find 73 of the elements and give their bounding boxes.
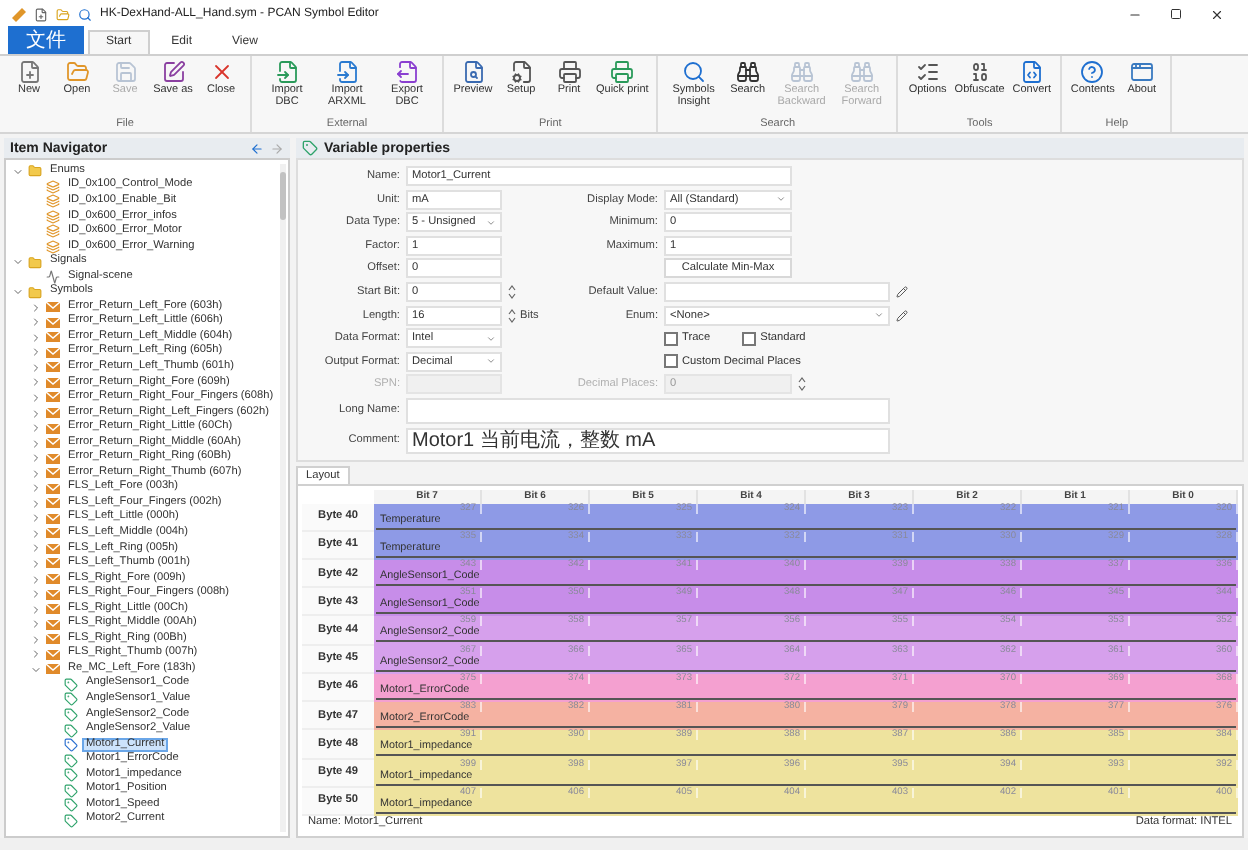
file-gear-icon bbox=[509, 60, 533, 84]
close-icon[interactable] bbox=[1210, 7, 1224, 21]
new-file-icon[interactable] bbox=[34, 7, 48, 21]
envelope-icon bbox=[46, 483, 60, 494]
pencil-icon[interactable] bbox=[896, 285, 908, 298]
envelope-icon bbox=[46, 468, 60, 479]
envelope-icon bbox=[46, 438, 60, 449]
binoculars-icon bbox=[789, 60, 814, 84]
envelope-icon bbox=[46, 392, 60, 403]
help-icon bbox=[1080, 60, 1105, 84]
envelope-icon bbox=[46, 528, 60, 539]
file-search-icon bbox=[461, 60, 485, 84]
envelope-icon bbox=[46, 453, 60, 464]
folder-icon bbox=[28, 164, 42, 179]
envelope-icon bbox=[46, 362, 60, 373]
envelope-icon bbox=[46, 574, 60, 585]
envelope-icon bbox=[46, 498, 60, 509]
pen-square-icon bbox=[161, 60, 185, 84]
file-import-icon bbox=[275, 60, 299, 84]
envelope-icon bbox=[46, 589, 60, 600]
search-icon bbox=[681, 60, 706, 84]
envelope-icon bbox=[46, 558, 60, 569]
envelope-icon bbox=[46, 619, 60, 630]
envelope-icon bbox=[46, 317, 60, 328]
envelope-icon bbox=[46, 513, 60, 524]
app-logo-icon bbox=[12, 7, 26, 21]
envelope-icon bbox=[46, 664, 60, 675]
envelope-icon bbox=[46, 634, 60, 645]
checklist-icon bbox=[915, 60, 940, 84]
window-icon bbox=[1129, 60, 1154, 84]
file-import-icon bbox=[335, 60, 359, 84]
folder-icon bbox=[65, 60, 89, 84]
folder-icon bbox=[28, 285, 42, 300]
envelope-icon bbox=[46, 649, 60, 660]
wave-icon bbox=[46, 270, 60, 285]
file-tab[interactable]: 文件 bbox=[8, 26, 84, 54]
spinner-icon[interactable] bbox=[508, 307, 516, 324]
envelope-icon bbox=[46, 543, 60, 554]
file-export-icon bbox=[395, 60, 419, 84]
new-file-icon bbox=[17, 60, 41, 84]
binoculars-icon bbox=[849, 60, 874, 84]
caret-icon bbox=[486, 356, 496, 367]
envelope-icon bbox=[46, 302, 60, 313]
caret-icon bbox=[486, 217, 496, 228]
scrollbar-thumb[interactable] bbox=[280, 172, 286, 220]
back-arrow-icon[interactable] bbox=[250, 141, 264, 155]
input-field[interactable]: Motor1 当前电流，整数 mA bbox=[406, 427, 890, 454]
search-icon[interactable] bbox=[78, 7, 92, 21]
folder-icon bbox=[28, 255, 42, 270]
spinner-icon[interactable] bbox=[508, 283, 516, 300]
input-field[interactable] bbox=[664, 281, 890, 302]
input-field[interactable] bbox=[406, 397, 890, 424]
binoculars-icon bbox=[735, 60, 760, 84]
caret-icon bbox=[874, 310, 884, 321]
envelope-icon bbox=[46, 347, 60, 358]
binary-icon bbox=[967, 60, 992, 84]
envelope-icon bbox=[46, 408, 60, 419]
envelope-icon bbox=[46, 332, 60, 343]
code-file-icon bbox=[1019, 60, 1044, 84]
close-icon bbox=[209, 60, 233, 84]
pencil-icon[interactable] bbox=[896, 309, 908, 322]
caret-icon bbox=[776, 194, 786, 205]
caret-icon bbox=[486, 333, 496, 344]
envelope-icon bbox=[46, 423, 60, 434]
folder-icon[interactable] bbox=[56, 7, 70, 21]
printer-icon bbox=[610, 60, 635, 84]
maximize-icon[interactable] bbox=[1170, 7, 1182, 19]
envelope-icon bbox=[46, 604, 60, 615]
forward-arrow-icon[interactable] bbox=[270, 141, 284, 155]
printer-icon bbox=[557, 60, 581, 84]
envelope-icon bbox=[46, 377, 60, 388]
tag-icon bbox=[302, 140, 318, 156]
spinner-icon[interactable] bbox=[798, 376, 806, 393]
